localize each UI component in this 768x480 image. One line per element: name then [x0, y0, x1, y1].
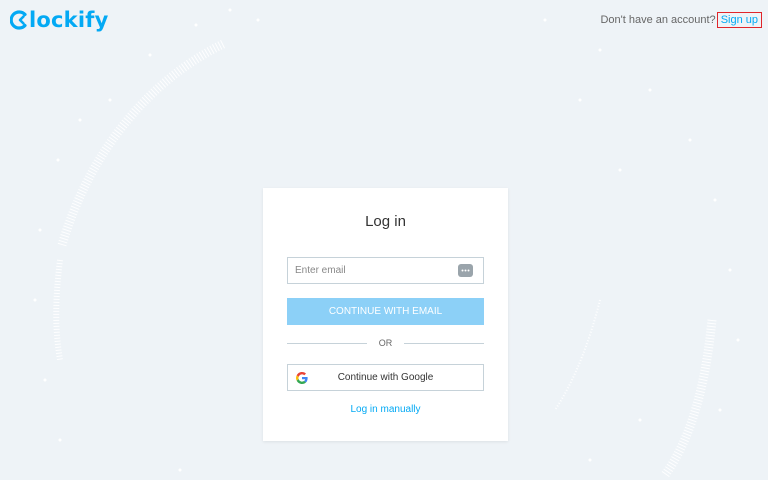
google-button-label: Continue with Google	[337, 372, 434, 383]
divider-line-left	[287, 342, 367, 344]
log-in-manually-link[interactable]: Log in manually	[263, 404, 508, 415]
google-g-icon	[296, 372, 308, 384]
or-label: OR	[378, 338, 393, 348]
signup-link[interactable]: Sign up	[716, 12, 762, 28]
signup-area: Don't have an account? Sign up	[600, 12, 762, 28]
password-manager-icon[interactable]	[458, 264, 473, 277]
divider-line-right	[404, 342, 484, 344]
continue-with-email-button[interactable]: CONTINUE WITH EMAIL	[287, 298, 484, 325]
email-input[interactable]	[295, 265, 445, 276]
page-title: Log in	[365, 213, 406, 230]
email-field-wrapper	[287, 257, 484, 284]
continue-with-google-button[interactable]: Continue with Google	[287, 364, 484, 391]
clockify-logo[interactable]: lockify	[10, 8, 108, 32]
login-card: Log in CONTINUE WITH EMAIL OR Continue w…	[263, 188, 508, 441]
account-prompt: Don't have an account?	[600, 14, 716, 26]
or-divider: OR	[287, 338, 484, 348]
clockify-logo-icon	[10, 10, 27, 30]
brand-name: lockify	[29, 8, 109, 32]
